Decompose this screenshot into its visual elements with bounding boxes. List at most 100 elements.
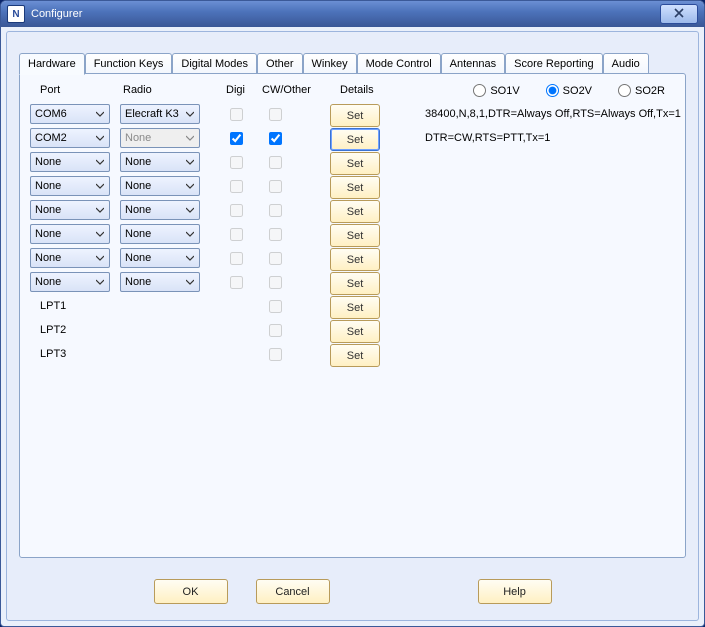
- radio-so1v[interactable]: SO1V: [473, 84, 519, 97]
- set-button-4[interactable]: Set: [330, 200, 380, 223]
- tab-score-reporting[interactable]: Score Reporting: [505, 53, 603, 75]
- cw-check-7[interactable]: [269, 276, 282, 289]
- app-icon: N: [7, 5, 25, 23]
- port-combo-3[interactable]: None: [30, 176, 110, 196]
- radio-combo-3[interactable]: None: [120, 176, 200, 196]
- radio-so2r[interactable]: SO2R: [618, 84, 665, 97]
- set-button-7[interactable]: Set: [330, 272, 380, 295]
- digi-check-3[interactable]: [230, 180, 243, 193]
- set-button-lpt2[interactable]: Set: [330, 320, 380, 343]
- radio-combo-1[interactable]: None: [120, 128, 200, 148]
- tab-hardware[interactable]: Hardware: [19, 53, 85, 75]
- digi-check-2[interactable]: [230, 156, 243, 169]
- port-combo-6[interactable]: None: [30, 248, 110, 268]
- port-combo-2-value: None: [35, 156, 61, 168]
- radio-so1v-label: SO1V: [490, 85, 519, 97]
- chevron-down-icon: [93, 131, 107, 145]
- chevron-down-icon: [183, 179, 197, 193]
- tab-function-keys[interactable]: Function Keys: [85, 53, 173, 75]
- close-button[interactable]: [660, 4, 698, 24]
- tab-winkey[interactable]: Winkey: [303, 53, 357, 75]
- so-mode-group: SO1V SO2V SO2R: [473, 84, 665, 97]
- digi-check-0[interactable]: [230, 108, 243, 121]
- lpt3-label: LPT3: [40, 348, 66, 360]
- radio-so2v-label: SO2V: [563, 85, 592, 97]
- chevron-down-icon: [183, 107, 197, 121]
- window-title: Configurer: [31, 8, 82, 20]
- radio-combo-5-value: None: [125, 228, 151, 240]
- digi-check-5[interactable]: [230, 228, 243, 241]
- digi-check-1[interactable]: [230, 132, 243, 145]
- hardware-panel: Port Radio Digi CW/Other Details SO1V SO…: [19, 73, 686, 558]
- port-combo-4[interactable]: None: [30, 200, 110, 220]
- chevron-down-icon: [93, 107, 107, 121]
- chevron-down-icon: [93, 275, 107, 289]
- set-button-lpt1[interactable]: Set: [330, 296, 380, 319]
- details-text-0: 38400,N,8,1,DTR=Always Off,RTS=Always Of…: [425, 108, 681, 120]
- cw-check-2[interactable]: [269, 156, 282, 169]
- titlebar: N Configurer: [1, 1, 704, 27]
- port-combo-7-value: None: [35, 276, 61, 288]
- chevron-down-icon: [93, 227, 107, 241]
- cw-check-6[interactable]: [269, 252, 282, 265]
- port-combo-0-value: COM6: [35, 108, 67, 120]
- set-button-2[interactable]: Set: [330, 152, 380, 175]
- radio-combo-0[interactable]: Elecraft K3: [120, 104, 200, 124]
- port-combo-7[interactable]: None: [30, 272, 110, 292]
- chevron-down-icon: [93, 179, 107, 193]
- chevron-down-icon: [183, 275, 197, 289]
- radio-combo-4[interactable]: None: [120, 200, 200, 220]
- radio-combo-6[interactable]: None: [120, 248, 200, 268]
- details-text-1: DTR=CW,RTS=PTT,Tx=1: [425, 132, 550, 144]
- cw-check-lpt3[interactable]: [269, 348, 282, 361]
- cw-check-1[interactable]: [269, 132, 282, 145]
- radio-combo-5[interactable]: None: [120, 224, 200, 244]
- chevron-down-icon: [183, 227, 197, 241]
- chevron-down-icon: [93, 203, 107, 217]
- ok-button[interactable]: OK: [154, 579, 228, 604]
- digi-check-4[interactable]: [230, 204, 243, 217]
- digi-check-7[interactable]: [230, 276, 243, 289]
- client-area: Hardware Function Keys Digital Modes Oth…: [6, 31, 699, 621]
- cw-check-5[interactable]: [269, 228, 282, 241]
- close-icon: [674, 8, 684, 21]
- radio-combo-2[interactable]: None: [120, 152, 200, 172]
- set-button-lpt3[interactable]: Set: [330, 344, 380, 367]
- set-button-1[interactable]: Set: [330, 128, 380, 151]
- header-port: Port: [40, 84, 60, 96]
- tab-audio[interactable]: Audio: [603, 53, 649, 75]
- chevron-down-icon: [183, 155, 197, 169]
- window-root: N Configurer Hardware Function Keys Digi…: [0, 0, 705, 627]
- cw-check-lpt2[interactable]: [269, 324, 282, 337]
- cw-check-3[interactable]: [269, 180, 282, 193]
- header-radio: Radio: [123, 84, 152, 96]
- set-button-5[interactable]: Set: [330, 224, 380, 247]
- port-combo-0[interactable]: COM6: [30, 104, 110, 124]
- cw-check-0[interactable]: [269, 108, 282, 121]
- cw-check-lpt1[interactable]: [269, 300, 282, 313]
- help-button[interactable]: Help: [478, 579, 552, 604]
- cw-check-4[interactable]: [269, 204, 282, 217]
- tab-other[interactable]: Other: [257, 53, 303, 75]
- chevron-down-icon: [183, 203, 197, 217]
- port-combo-3-value: None: [35, 180, 61, 192]
- tab-antennas[interactable]: Antennas: [441, 53, 505, 75]
- tab-digital-modes[interactable]: Digital Modes: [172, 53, 257, 75]
- radio-combo-7[interactable]: None: [120, 272, 200, 292]
- header-digi: Digi: [226, 84, 245, 96]
- radio-so2v[interactable]: SO2V: [546, 84, 592, 97]
- digi-check-6[interactable]: [230, 252, 243, 265]
- set-button-6[interactable]: Set: [330, 248, 380, 271]
- set-button-0[interactable]: Set: [330, 104, 380, 127]
- port-combo-1[interactable]: COM2: [30, 128, 110, 148]
- tab-mode-control[interactable]: Mode Control: [357, 53, 441, 75]
- set-button-3[interactable]: Set: [330, 176, 380, 199]
- lpt2-label: LPT2: [40, 324, 66, 336]
- dialog-button-bar: OK Cancel Help: [7, 579, 698, 604]
- cancel-button[interactable]: Cancel: [256, 579, 330, 604]
- port-combo-2[interactable]: None: [30, 152, 110, 172]
- radio-combo-4-value: None: [125, 204, 151, 216]
- port-combo-5-value: None: [35, 228, 61, 240]
- radio-combo-7-value: None: [125, 276, 151, 288]
- port-combo-5[interactable]: None: [30, 224, 110, 244]
